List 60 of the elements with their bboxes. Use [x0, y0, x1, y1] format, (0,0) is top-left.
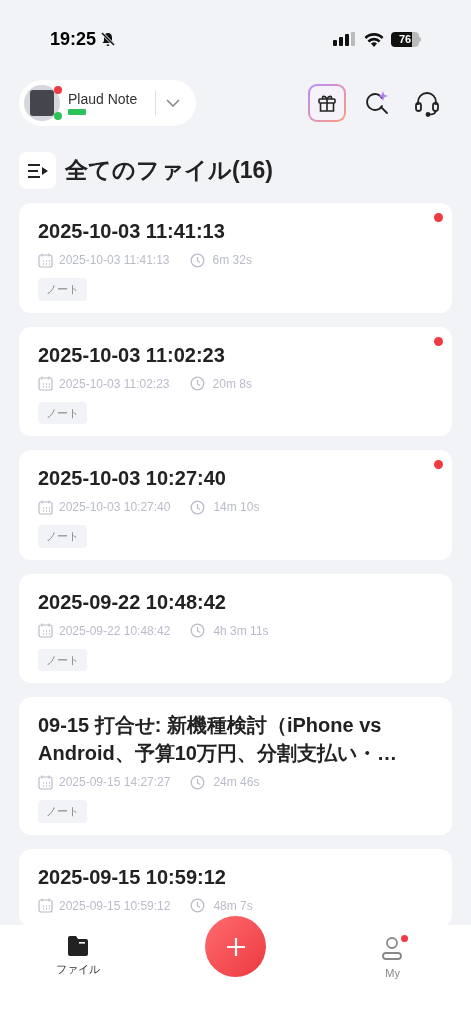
status-time: 19:25: [50, 27, 97, 51]
file-card[interactable]: 09-15 打合せ: 新機種検討（iPhone vs Android、予算10万円、分割支払い・… 2025-09-15 14:27:27 24m 46s ノート: [19, 697, 452, 835]
file-tag: ノート: [38, 800, 87, 823]
file-title: 2025-10-03 11:41:13: [38, 219, 226, 244]
plus-icon: [225, 936, 246, 957]
tab-bar-item[interactable]: My: [362, 935, 423, 985]
signal-icon: [333, 32, 357, 46]
section-title: 全てのファイル(16): [65, 156, 273, 186]
file-tag: ノート: [38, 648, 87, 671]
menu-icon: [26, 162, 49, 179]
clock-icon: [190, 499, 206, 515]
file-title: 2025-09-15 10:59:12: [38, 864, 227, 890]
bell-muted-icon: [100, 31, 117, 47]
file-duration: 4h 3m 11s: [213, 622, 269, 640]
calendar-icon: [38, 774, 53, 790]
clock-icon: [190, 623, 206, 638]
file-title: 2025-10-03 11:02:23: [38, 342, 226, 368]
folder-icon: [66, 935, 91, 957]
file-tag: ノート: [38, 401, 87, 424]
file-title: 2025-09-22 10:48:42: [38, 589, 227, 615]
battery-level-icon: [68, 108, 86, 115]
file-duration: 48m 7s: [213, 897, 253, 915]
gift-button[interactable]: [308, 84, 346, 122]
file-tag: ノート: [38, 525, 87, 548]
chevron-down-icon: [166, 99, 180, 107]
file-date: 2025-09-15 10:59:12: [59, 897, 171, 915]
file-date: 2025-09-15 14:27:27: [59, 774, 171, 791]
file-card[interactable]: 2025-09-15 10:59:12 2025-09-15 10:59:12 48m 7s: [19, 848, 452, 927]
file-tag: ノート: [38, 278, 87, 301]
file-date: 2025-10-03 11:41:13: [59, 252, 170, 269]
file-duration: 6m 32s: [212, 252, 252, 269]
sidebar-toggle-button[interactable]: [19, 152, 56, 189]
calendar-icon: [38, 376, 53, 391]
file-card[interactable]: 2025-10-03 10:27:40 2025-10-03 10:27:40 14m 10s ノート: [19, 450, 452, 560]
file-title: 2025-10-03 10:27:40: [38, 466, 227, 491]
file-date: 2025-10-03 10:27:40: [59, 499, 171, 516]
sparkle-search-icon: [363, 89, 391, 117]
headset-icon: [413, 89, 441, 117]
file-card[interactable]: 2025-09-22 10:48:42 2025-09-22 10:48:42 4h 3m 11s ノート: [19, 573, 452, 683]
calendar-icon: [38, 623, 53, 638]
calendar-icon: [38, 252, 53, 268]
clock-icon: [189, 252, 205, 268]
file-date: 2025-10-03 11:02:23: [59, 375, 170, 393]
tab-bar-item[interactable]: ファイル: [48, 935, 109, 985]
file-date: 2025-09-22 10:48:42: [59, 622, 171, 640]
calendar-icon: [38, 898, 53, 913]
file-duration: 20m 8s: [212, 375, 252, 393]
clock-icon: [190, 774, 206, 790]
file-card[interactable]: 2025-10-03 11:02:23 2025-10-03 11:02:23 20m 8s ノート: [19, 326, 452, 436]
clock-icon: [190, 898, 206, 913]
file-duration: 24m 46s: [213, 774, 260, 791]
clock-icon: [189, 376, 205, 391]
calendar-icon: [38, 499, 53, 515]
file-duration: 14m 10s: [213, 499, 260, 516]
battery-icon: 76: [391, 31, 421, 47]
wifi-icon: [364, 31, 384, 47]
device-selector[interactable]: Plaud Note: [19, 80, 196, 126]
file-title: 09-15 打合せ: 新機種検討（iPhone vs Android、予算10万円、分割支払い・…: [38, 713, 398, 766]
device-name: Plaud Note: [68, 91, 138, 106]
file-card[interactable]: 2025-10-03 11:41:13 2025-10-03 11:41:13 6m 32s ノート: [19, 203, 452, 313]
